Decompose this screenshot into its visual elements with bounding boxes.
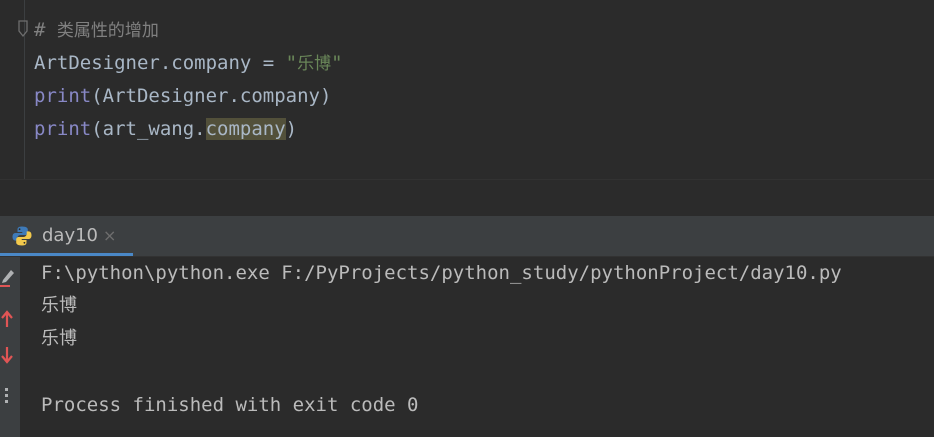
arrow-up-icon[interactable] [0, 307, 16, 329]
code-line-print-class[interactable]: print(ArtDesigner.company) [34, 81, 331, 111]
print-args-suffix: ) [285, 118, 298, 140]
assignment-target: ArtDesigner.company = [34, 52, 286, 74]
console-output-line: 乐博 [41, 328, 77, 349]
console-output-line: 乐博 [41, 295, 77, 316]
python-icon [12, 226, 32, 246]
console-toolbar [0, 257, 20, 437]
tab-day10[interactable]: day10 × [0, 216, 133, 256]
string-literal: "乐博" [285, 52, 343, 74]
comment-hash: # [34, 19, 57, 41]
run-tab-bar: day10 × [0, 216, 934, 257]
panel-splitter[interactable] [0, 179, 934, 217]
fold-marker-icon[interactable] [17, 20, 29, 38]
tab-label: day10 [42, 225, 99, 246]
console-command-line: F:\python\python.exe F:/PyProjects/pytho… [41, 262, 842, 284]
code-editor[interactable]: # 类属性的增加 ArtDesigner.company = "乐博" prin… [0, 0, 934, 179]
code-line-assignment[interactable]: ArtDesigner.company = "乐博" [34, 48, 343, 78]
console-exit-message: Process finished with exit code 0 [41, 394, 419, 416]
active-tab-indicator [0, 253, 133, 256]
code-line-comment[interactable]: # 类属性的增加 [34, 15, 159, 45]
edit-configuration-icon[interactable] [0, 265, 16, 287]
print-args-prefix: (art_wang. [91, 118, 206, 140]
close-tab-icon[interactable]: × [103, 216, 116, 256]
print-args: (ArtDesigner.company) [91, 85, 332, 107]
print-builtin: print [34, 85, 92, 107]
print-builtin: print [34, 118, 92, 140]
run-console[interactable]: F:\python\python.exe F:/PyProjects/pytho… [0, 257, 934, 437]
more-actions-icon[interactable] [0, 385, 16, 407]
code-line-print-instance[interactable]: print(art_wang.company) [34, 114, 297, 144]
arrow-down-icon[interactable] [0, 345, 16, 367]
highlighted-attribute: company [205, 118, 286, 140]
comment-text: 类属性的增加 [56, 21, 159, 41]
